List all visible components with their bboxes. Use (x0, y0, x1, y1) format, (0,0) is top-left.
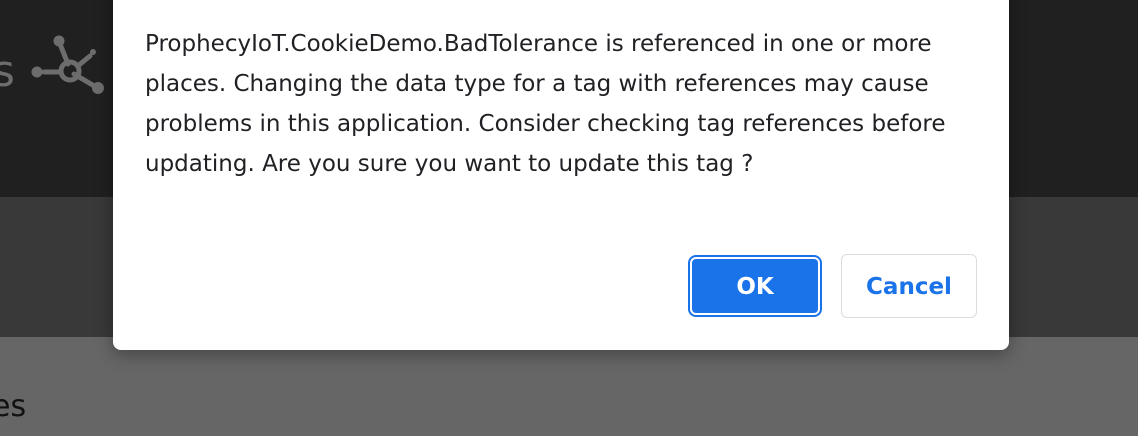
dialog-message: ProphecyIoT.CookieDemo.BadTolerance is r… (145, 31, 946, 177)
section-heading-fragment: es (0, 389, 27, 424)
confirm-dialog: ProphecyIoT.CookieDemo.BadTolerance is r… (113, 0, 1009, 350)
network-hub-icon (31, 35, 104, 94)
header-title-fragment: s (0, 46, 15, 97)
app-page: s es ProphecyIoT.CookieDemo.BadTolerance (0, 0, 1138, 436)
cancel-button[interactable]: Cancel (841, 254, 977, 318)
content-area: es (0, 337, 1138, 436)
ok-button[interactable]: OK (690, 257, 820, 315)
